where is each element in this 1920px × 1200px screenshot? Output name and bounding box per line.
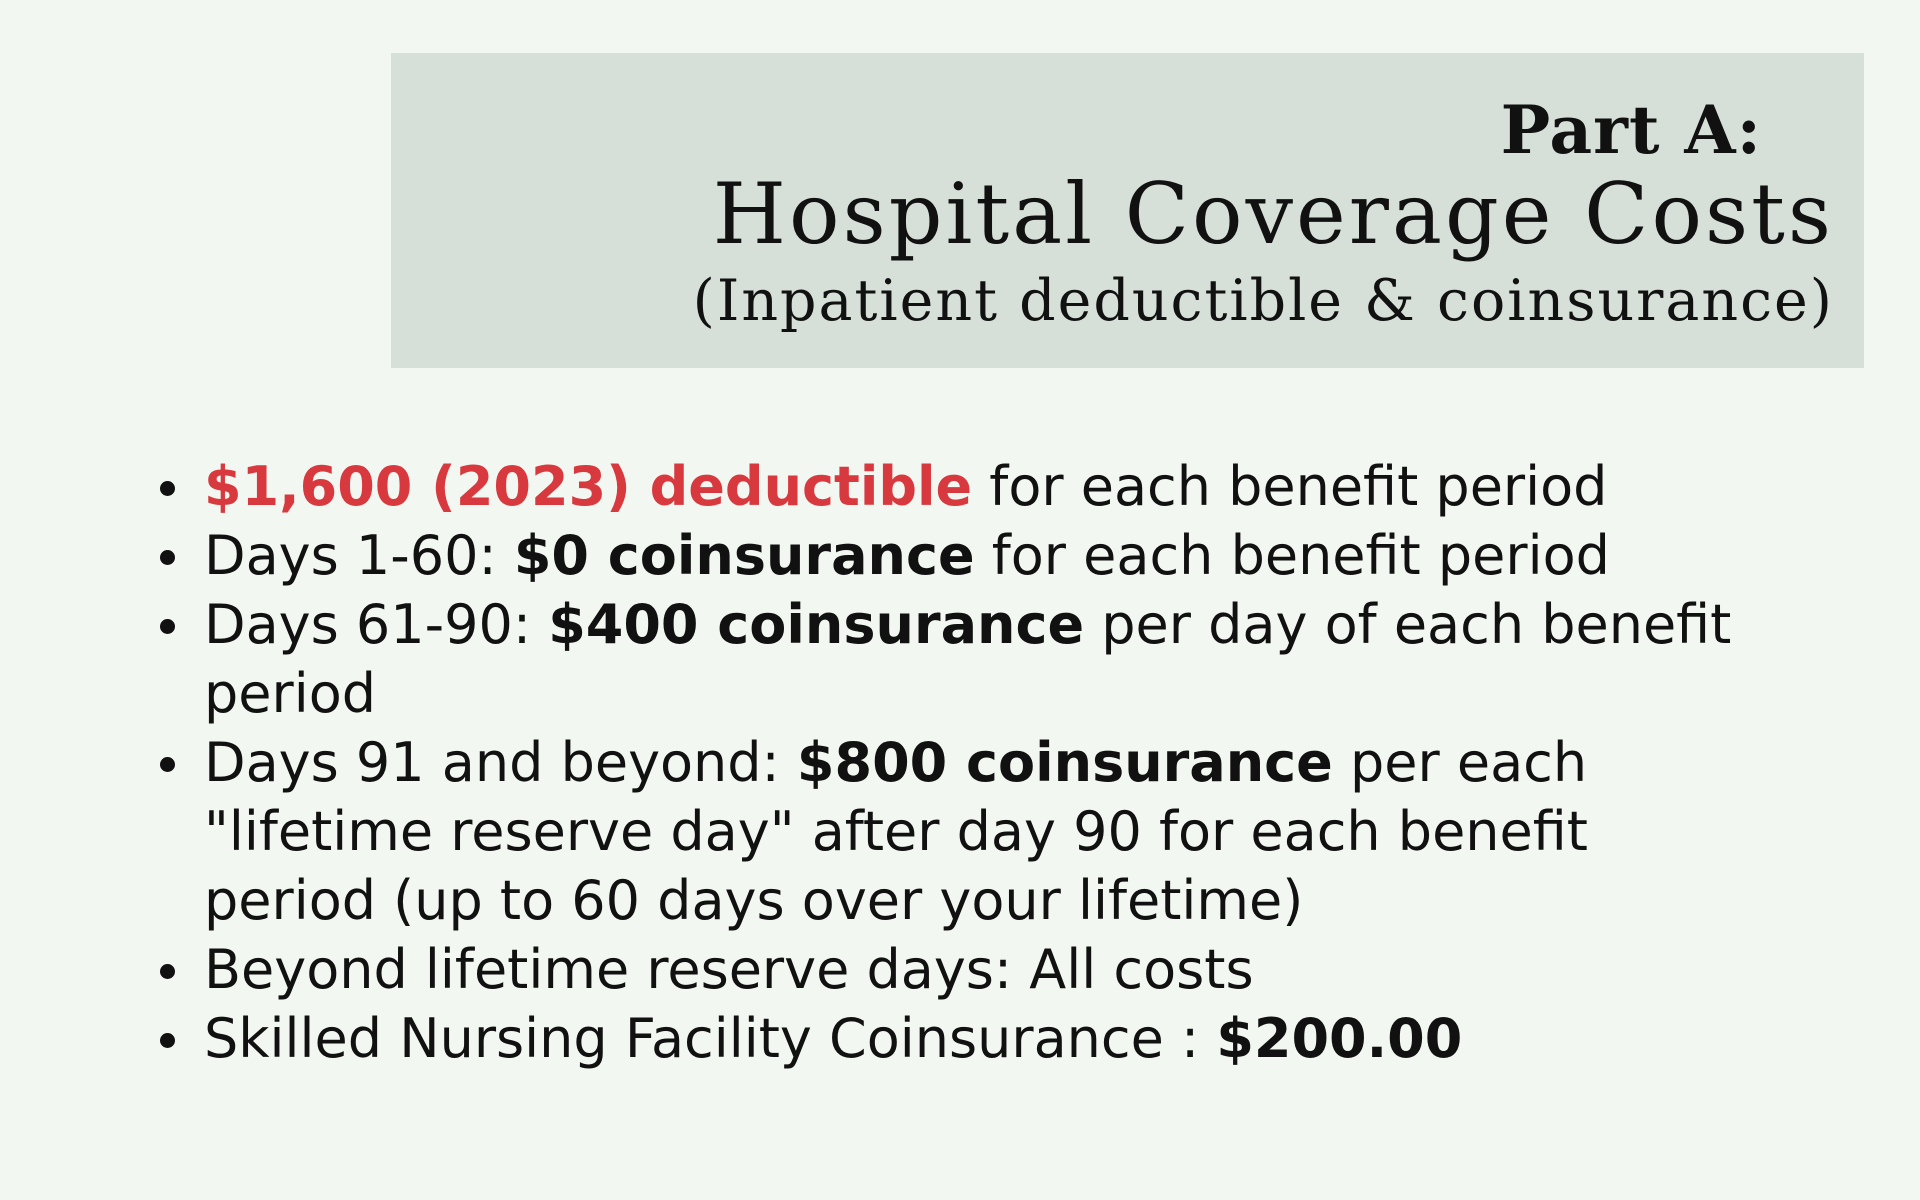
part-label: Part A:	[1500, 91, 1762, 169]
days-1-60-detail: for each benefit period	[974, 524, 1610, 587]
snf-cost: $200.00	[1216, 1007, 1463, 1070]
list-item-deductible: $1,600 (2023) deductible for each benefi…	[160, 452, 1824, 521]
header-panel: Part A: Hospital Coverage Costs (Inpatie…	[391, 53, 1864, 368]
list-item-days-1-60: Days 1-60: $0 coinsurance for each benef…	[160, 521, 1824, 590]
page-title: Hospital Coverage Costs	[712, 165, 1834, 263]
list-item-days-61-90: Days 61-90: $400 coinsurance per day of …	[160, 590, 1764, 728]
days-91-label: Days 91 and beyond:	[204, 731, 797, 794]
list-item-beyond-reserve: Beyond lifetime reserve days: All costs	[160, 935, 1824, 1004]
snf-label: Skilled Nursing Facility Coinsurance :	[204, 1007, 1217, 1070]
deductible-amount: $1,600 (2023) deductible	[204, 455, 973, 518]
page-subtitle: (Inpatient deductible & coinsurance)	[692, 268, 1834, 334]
days-61-90-cost: $400 coinsurance	[548, 593, 1085, 656]
days-1-60-cost: $0 coinsurance	[513, 524, 975, 587]
list-item-days-91-beyond: Days 91 and beyond: $800 coinsurance per…	[160, 728, 1644, 935]
days-61-90-label: Days 61-90:	[204, 593, 549, 656]
days-1-60-label: Days 1-60:	[204, 524, 514, 587]
deductible-detail: for each benefit period	[972, 455, 1608, 518]
list-item-snf-coinsurance: Skilled Nursing Facility Coinsurance : $…	[160, 1004, 1824, 1073]
days-91-cost: $800 coinsurance	[796, 731, 1333, 794]
beyond-reserve-text: Beyond lifetime reserve days: All costs	[204, 938, 1254, 1001]
coverage-cost-list: $1,600 (2023) deductible for each benefi…	[158, 452, 1824, 1073]
